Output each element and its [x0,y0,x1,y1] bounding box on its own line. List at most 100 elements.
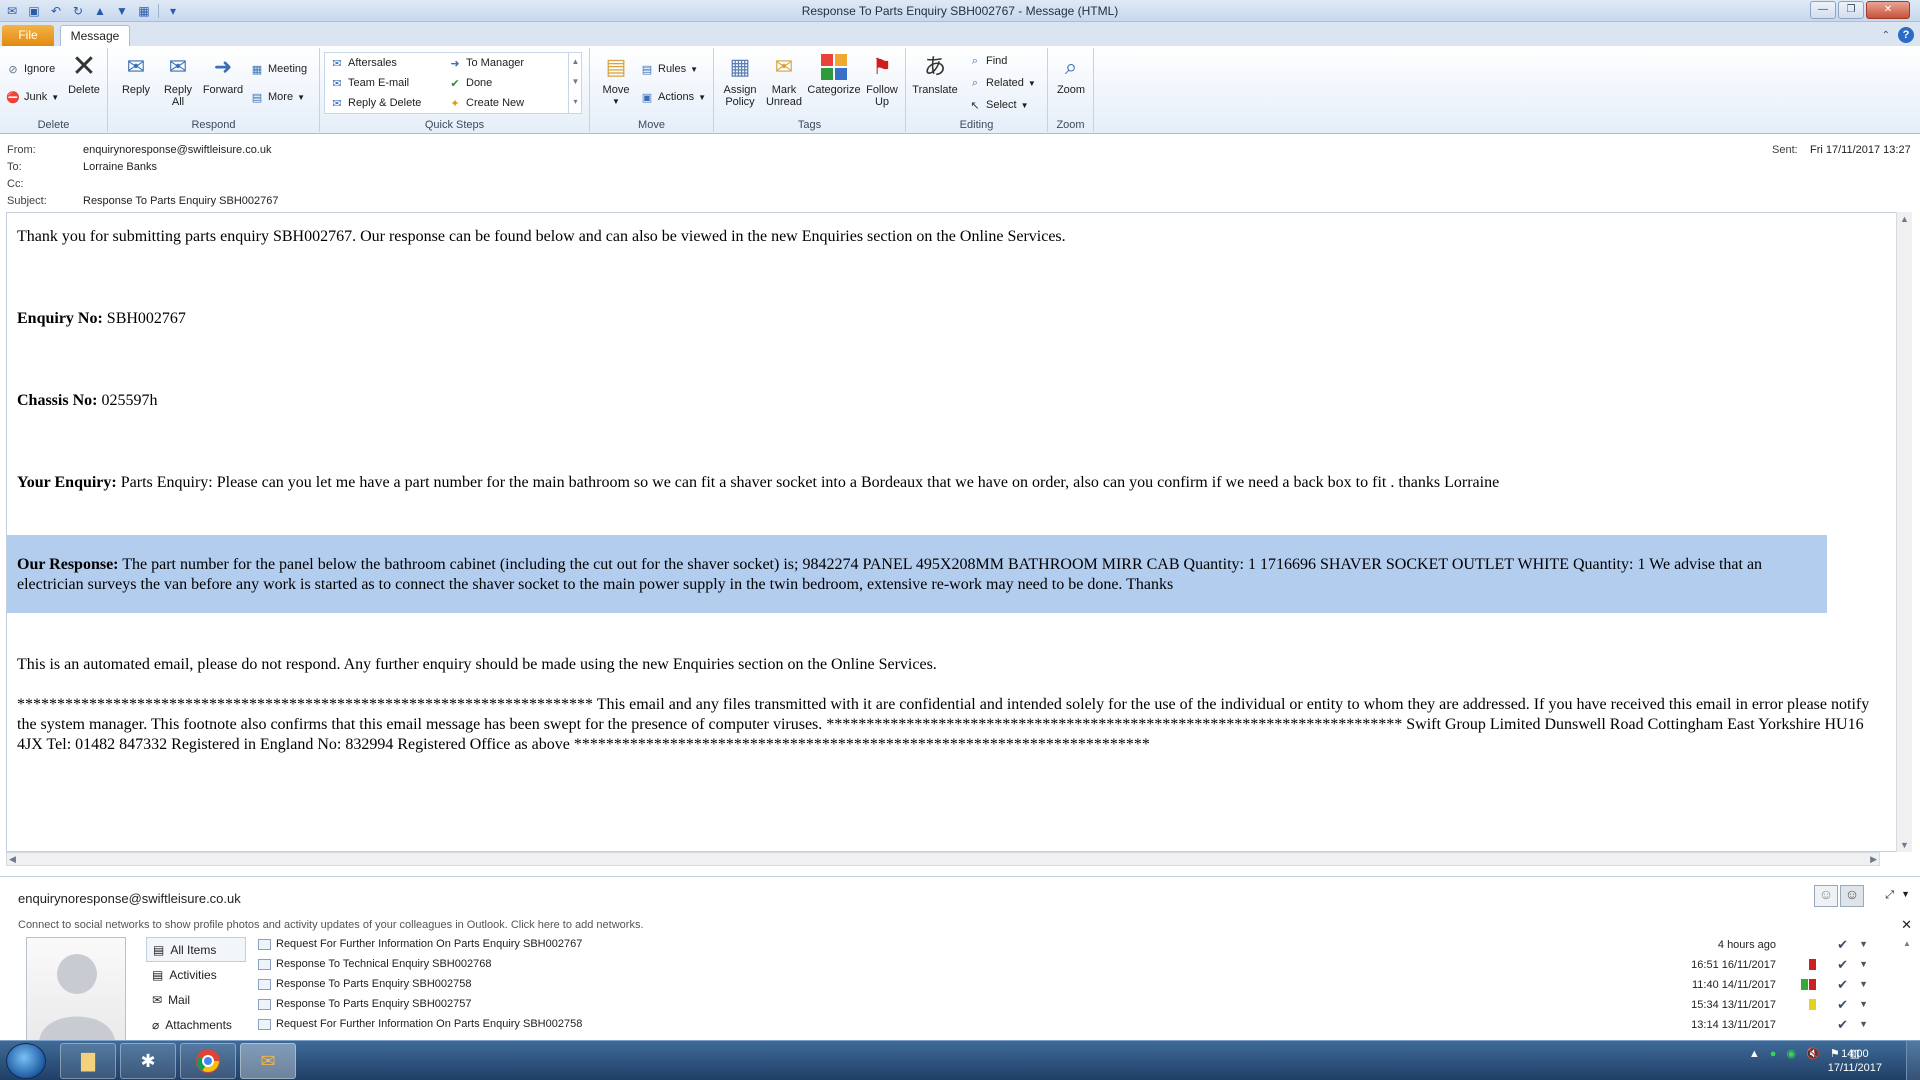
quickstep-aftersales[interactable]: ✉ Aftersales [330,56,397,70]
select-button[interactable]: ↖ Select ▼ [968,98,1028,112]
activity-row[interactable]: Response To Parts Enquiry SBH002757 15:34… [256,995,1896,1015]
related-button[interactable]: ⌕ Related ▼ [968,76,1036,90]
delete-group: ⊘ Ignore ⛔ Junk ▼ ✕ Delete Delete [0,48,108,132]
scroll-right-icon[interactable]: ▶ [1870,854,1877,865]
nav-mail[interactable]: ✉ Mail [146,987,246,1012]
find-button[interactable]: ⌕ Find [968,54,1008,68]
body-horizontal-scrollbar[interactable]: ◀ ▶ [6,852,1880,866]
to-value[interactable]: Lorraine Banks [83,161,157,173]
junk-icon: ⛔ [6,91,20,104]
flag-complete-icon[interactable]: ✔ [1837,1017,1848,1033]
assign-policy-button[interactable]: ▦ Assign Policy [718,52,762,109]
social-networks-prompt[interactable]: Connect to social networks to show profi… [18,919,644,931]
sent-value: Fri 17/11/2017 13:27 [1810,144,1911,156]
zoom-button[interactable]: ⌕ Zoom [1052,52,1090,97]
reply-all-button[interactable]: ✉ Reply All [158,52,198,109]
minimize-button[interactable]: — [1810,1,1836,19]
taskbar-app-2[interactable]: ✱ [120,1043,176,1079]
flag-complete-icon[interactable]: ✔ [1837,937,1848,953]
subject-value: Response To Parts Enquiry SBH002767 [83,195,279,207]
forward-button[interactable]: ➜ Forward [200,52,246,97]
start-button[interactable] [6,1043,46,1079]
message-body[interactable]: Thank you for submitting parts enquiry S… [6,212,1896,852]
row-dropdown-icon[interactable]: ▼ [1859,959,1868,969]
more-button[interactable]: ▤ More ▼ [250,90,305,104]
tab-message[interactable]: Message [60,25,130,47]
quickstep-to-manager[interactable]: ➜ To Manager [448,56,524,70]
help-icon[interactable]: ? [1898,27,1914,43]
nav-activities[interactable]: ▤ Activities [146,962,246,987]
categorize-button[interactable]: Categorize [804,52,864,96]
tray-volume-icon[interactable]: 🔇 [1806,1047,1820,1060]
collapse-pane-icon[interactable]: ▼ [1901,889,1910,899]
activity-row[interactable]: Request For Further Information On Parts… [256,935,1896,955]
scroll-up-icon[interactable]: ▲ [1900,214,1909,224]
row-dropdown-icon[interactable]: ▼ [1859,939,1868,949]
row-dropdown-icon[interactable]: ▼ [1859,999,1868,1009]
ribbon-tabs-right: ⌃ ? [1882,27,1914,43]
taskbar-clock[interactable]: 14:00 17/11/2017 [1828,1047,1882,1075]
flag-complete-icon[interactable]: ✔ [1837,997,1848,1013]
tab-file[interactable]: File [2,25,54,46]
message-body-content: Thank you for submitting parts enquiry S… [7,227,1887,755]
quickstep-team-email[interactable]: ✉ Team E-mail [330,76,409,90]
delete-button[interactable]: ✕ Delete [64,52,104,97]
tray-status-icon[interactable]: ● [1770,1048,1777,1060]
ignore-button[interactable]: ⊘ Ignore [6,62,55,76]
reply-button[interactable]: ✉ Reply [116,52,156,97]
close-button[interactable]: ✕ [1866,1,1910,19]
from-value[interactable]: enquirynoresponse@swiftleisure.co.uk [83,144,271,156]
translate-button[interactable]: あ Translate [910,52,960,97]
done-check-icon: ✔ [450,77,460,90]
mark-unread-button[interactable]: ✉ Mark Unread [762,52,806,109]
person-photo-large-icon[interactable]: ☺ [1840,885,1864,907]
move-label: Move [602,84,630,96]
taskbar-explorer[interactable]: ▇ [60,1043,116,1079]
quicksteps-scroll[interactable]: ▲ ▼ ▾ [568,52,582,114]
message-header: From: enquirynoresponse@swiftleisure.co.… [0,140,1920,212]
flag-complete-icon[interactable]: ✔ [1837,977,1848,993]
follow-up-button[interactable]: ⚑ Follow Up [862,52,902,109]
quickstep-create-new[interactable]: ✦ Create New [448,96,524,110]
enquiry-label: Enquiry No: [17,310,103,327]
taskbar-outlook[interactable]: ✉ [240,1043,296,1079]
minimize-ribbon-icon[interactable]: ⌃ [1882,30,1890,41]
people-pane-email[interactable]: enquirynoresponse@swiftleisure.co.uk [18,891,241,906]
activity-row[interactable]: Response To Parts Enquiry SBH002758 11:40… [256,975,1896,995]
scroll-left-icon[interactable]: ◀ [9,854,16,865]
expand-pane-icon[interactable]: ⤢ [1885,889,1894,902]
quickstep-done[interactable]: ✔ Done [448,76,492,90]
junk-button[interactable]: ⛔ Junk ▼ [6,90,59,104]
taskbar-chrome[interactable] [180,1043,236,1079]
quickstep-reply-delete[interactable]: ✉ Reply & Delete [330,96,421,110]
actions-button[interactable]: ▣ Actions ▼ [640,90,706,104]
tray-security-icon[interactable]: ◉ [1786,1047,1796,1060]
show-desktop-button[interactable] [1906,1041,1920,1080]
mark-label-1: Mark [771,84,797,96]
close-social-icon[interactable]: ✕ [1901,917,1912,933]
meeting-button[interactable]: ▦ Meeting [250,62,307,76]
flag-complete-icon[interactable]: ✔ [1837,957,1848,973]
category-square [1809,979,1816,990]
category-square [1809,999,1816,1010]
move-button[interactable]: ▤ Move ▼ [596,52,636,108]
follow-up-flag-icon: ⚑ [872,54,892,79]
activity-list-scrollbar[interactable]: ▲ [1900,939,1914,1039]
nav-all-items[interactable]: ▤ All Items [146,937,246,962]
restore-button[interactable]: ❐ [1838,1,1864,19]
row-dropdown-icon[interactable]: ▼ [1859,979,1868,989]
tray-show-hidden-icon[interactable]: ▲ [1749,1048,1760,1060]
activity-row[interactable]: Request For Further Information On Parts… [256,1015,1896,1035]
scroll-down-icon[interactable]: ▼ [1900,840,1909,850]
find-label: Find [986,55,1008,67]
rules-button[interactable]: ▤ Rules ▼ [640,62,698,76]
tags-group: ▦ Assign Policy ✉ Mark Unread Categorize… [714,48,906,132]
row-dropdown-icon[interactable]: ▼ [1859,1019,1868,1029]
zoom-group: ⌕ Zoom Zoom [1048,48,1094,132]
nav-attachments[interactable]: ⌀ Attachments [146,1012,246,1037]
person-photo-small-icon[interactable]: ☺ [1814,885,1838,907]
intro-paragraph: Thank you for submitting parts enquiry S… [17,228,1066,245]
activity-row[interactable]: Response To Technical Enquiry SBH002768 1… [256,955,1896,975]
enquiry-number: SBH002767 [102,310,186,327]
body-vertical-scrollbar[interactable]: ▲ ▼ [1896,212,1912,852]
